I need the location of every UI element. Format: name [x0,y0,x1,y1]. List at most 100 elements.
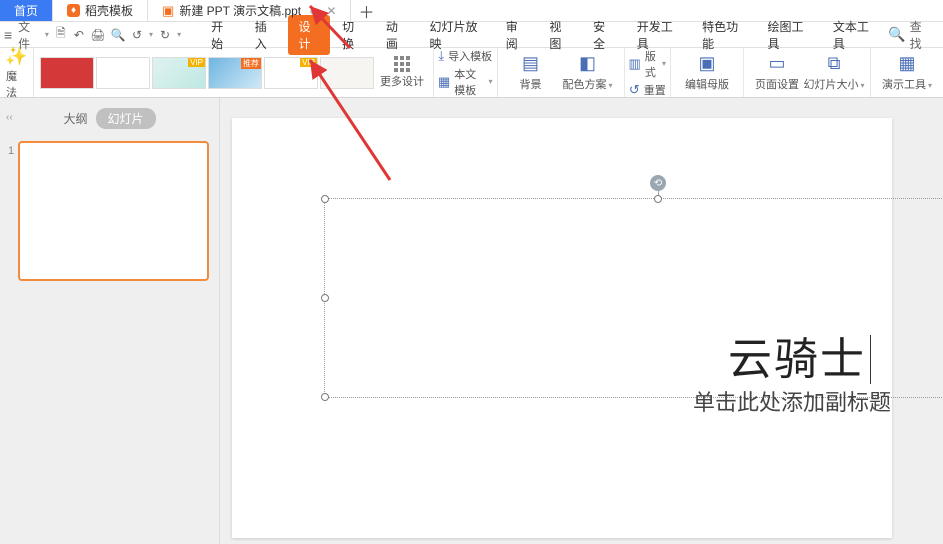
slide-size-label: 幻灯片大小 [804,79,859,91]
color-scheme-button[interactable]: ◧ 配色方案▾ [558,53,618,92]
tools-group: ▦ 演示工具▾ [871,48,943,97]
main-area: ‹‹ 大纲 幻灯片 1 ⟲ 云骑士 单击此处添加副标题 [0,98,943,544]
chevron-down-icon[interactable]: ▾ [45,30,49,39]
side-tabs: 大纲 幻灯片 [0,98,219,135]
layout-group: ▥版式 ▾ ↺重置 [625,48,671,97]
ribbon: ✨ 魔法 VIP 推荐 VIP 更多设计 ⤓导入模板 ▦本文模板▾ ▤背景 ◧配… [0,48,943,98]
magic-label: 魔法 [6,68,27,100]
tab-home-label: 首页 [14,2,38,19]
hamburger-icon[interactable]: ≡ [4,27,12,43]
import-icon: ⤓ [438,48,444,64]
chevron-down-icon: ▾ [928,81,932,90]
master-icon: ▣ [698,53,715,74]
theme-gallery: VIP 推荐 VIP 更多设计 [34,48,434,97]
search-icon: 🔍 [888,26,905,43]
chevron-down-icon: ▾ [489,77,493,86]
outline-tab[interactable]: 大纲 [63,110,87,127]
slide-canvas[interactable]: ⟲ 云骑士 单击此处添加副标题 [220,98,943,544]
resize-handle-mt[interactable] [654,195,662,203]
slides-tab[interactable]: 幻灯片 [96,108,156,129]
this-template-button[interactable]: ▦本文模板 ▾ [438,66,493,98]
collapse-icon[interactable]: ‹‹ [6,112,13,123]
magic-button[interactable]: ✨ 魔法 [0,48,34,97]
qa-undo-drop-icon[interactable]: ▾ [149,30,153,39]
tab-templates[interactable]: ♦ 稻壳模板 [53,0,148,21]
slide-size-button[interactable]: ⧉ 幻灯片大小▾ [804,53,864,92]
title-placeholder[interactable]: ⟲ 云骑士 单击此处添加副标题 [324,198,943,398]
resize-handle-bl[interactable] [321,393,329,401]
theme-thumb-2[interactable] [96,57,150,89]
page-setup-button[interactable]: ▭ 页面设置 [750,53,804,92]
search-box[interactable]: 🔍 查找 [888,18,939,52]
reset-label: 重置 [644,82,666,98]
title-text[interactable]: 云骑士 [728,323,871,387]
wand-icon: ✨ [5,46,27,67]
tab-document-label: 新建 PPT 演示文稿.ppt [179,2,301,19]
import-template-button[interactable]: ⤓导入模板 [438,48,492,64]
theme-thumb-5[interactable]: VIP [264,57,318,89]
edit-master-label: 编辑母版 [685,76,729,92]
resize-handle-ml[interactable] [321,294,329,302]
vip-badge: VIP [188,58,205,67]
flame-icon: ♦ [67,4,80,17]
background-label: 背景 [520,76,542,92]
grid-icon [377,56,427,72]
quick-access: ≡ 文件 ▾ 🗎 ↶ 🖨 🔍 ↺ ▾ ↻ ▾ [4,18,181,52]
slide-number: 1 [8,145,14,157]
qa-redo-drop-icon[interactable]: ▾ [177,30,181,39]
layout-button[interactable]: ▥版式 ▾ [629,48,666,80]
slide-page[interactable]: ⟲ 云骑士 单击此处添加副标题 [232,118,892,538]
reset-icon: ↺ [629,82,640,98]
hot-badge: 推荐 [241,58,261,69]
qa-preview-icon[interactable]: 🔍 [111,28,125,42]
ppt-icon: ▣ [162,3,174,19]
layout-label: 版式 [645,48,656,80]
theme-thumb-3[interactable]: VIP [152,57,206,89]
tab-document[interactable]: ▣ 新建 PPT 演示文稿.ppt ● ✕ [148,0,351,21]
chevron-down-icon: ▾ [609,81,613,90]
theme-thumb-6[interactable] [320,57,374,89]
this-template-label: 本文模板 [454,66,482,98]
slide-panel: ‹‹ 大纲 幻灯片 1 [0,98,220,544]
tab-templates-label: 稻壳模板 [85,2,133,19]
reset-button[interactable]: ↺重置 [629,82,666,98]
layout-icon: ▥ [629,56,641,72]
theme-thumb-4[interactable]: 推荐 [208,57,262,89]
close-icon[interactable]: ✕ [326,4,336,18]
slide-thumbnail-1[interactable]: 1 [18,141,209,281]
style-group: ▤ 背景 ◧ 配色方案▾ [498,48,625,97]
color-scheme-label: 配色方案 [563,79,607,91]
slide-size-icon: ⧉ [828,53,841,74]
page-group: ▭ 页面设置 ⧉ 幻灯片大小▾ [744,48,871,97]
background-icon: ▤ [522,53,539,74]
template-group: ⤓导入模板 ▦本文模板 ▾ [434,48,498,97]
present-tools-button[interactable]: ▦ 演示工具▾ [877,53,937,92]
tab-home[interactable]: 首页 [0,0,53,21]
resize-handle-tl[interactable] [321,195,329,203]
unsaved-dot-icon: ● [309,4,316,18]
palette-icon: ◧ [579,53,596,74]
chevron-down-icon: ▾ [662,59,666,68]
background-button[interactable]: ▤ 背景 [504,53,558,92]
more-design-label: 更多设计 [377,73,427,89]
master-group: ▣ 编辑母版 [671,48,744,97]
theme-thumb-1[interactable] [40,57,94,89]
template-icon: ▦ [438,74,450,90]
qa-undo-icon[interactable]: ↶ [73,28,85,42]
present-tools-icon: ▦ [898,53,915,74]
page-setup-icon: ▭ [768,53,785,74]
present-tools-label: 演示工具 [882,79,926,91]
qa-undo2-icon[interactable]: ↺ [131,28,143,42]
qa-save-icon[interactable]: 🗎 [55,28,67,42]
more-design-button[interactable]: 更多设计 [377,56,427,89]
menu-bar: ≡ 文件 ▾ 🗎 ↶ 🖨 🔍 ↺ ▾ ↻ ▾ 开始 插入 设计 切换 动画 幻灯… [0,22,943,48]
chevron-down-icon: ▾ [861,81,865,90]
edit-master-button[interactable]: ▣ 编辑母版 [677,53,737,92]
page-setup-label: 页面设置 [755,76,799,92]
qa-redo-icon[interactable]: ↻ [159,28,171,42]
subtitle-text[interactable]: 单击此处添加副标题 [693,385,891,417]
import-template-label: 导入模板 [448,48,492,64]
vip-badge-2: VIP [300,58,317,67]
rotate-handle[interactable]: ⟲ [650,175,666,191]
qa-print-icon[interactable]: 🖨 [91,28,105,42]
